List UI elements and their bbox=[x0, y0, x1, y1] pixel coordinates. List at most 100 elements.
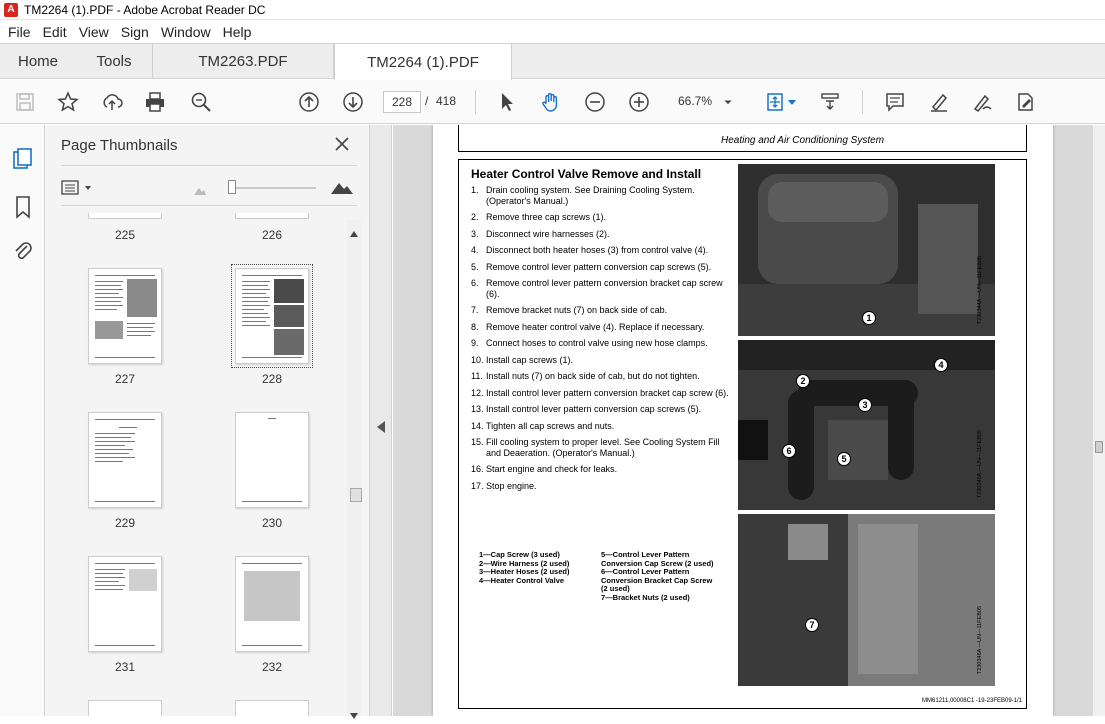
tab-tm2263[interactable]: TM2263.PDF bbox=[153, 44, 334, 79]
window-title: TM2264 (1).PDF - Adobe Acrobat Reader DC bbox=[24, 2, 266, 17]
thumbnail-number: 226 bbox=[261, 228, 283, 242]
select-cursor-icon[interactable] bbox=[495, 90, 519, 114]
fit-dropdown-icon[interactable] bbox=[786, 90, 798, 114]
legend-item: 6—Control Lever Pattern Conversion Brack… bbox=[601, 567, 713, 593]
page-down-icon[interactable] bbox=[341, 90, 365, 114]
thumbnail-229[interactable] bbox=[88, 412, 162, 508]
zoom-level[interactable]: 66.7% bbox=[678, 94, 712, 108]
photo-code: T230346A —UN—11FEB05 bbox=[977, 606, 983, 675]
hand-tool-icon[interactable] bbox=[539, 90, 563, 114]
step: 3. Disconnect wire harnesses (2). bbox=[471, 228, 610, 239]
thumbnail-225[interactable] bbox=[88, 213, 162, 219]
zoom-dropdown-icon[interactable] bbox=[720, 90, 736, 114]
document-scrollbar[interactable] bbox=[1093, 125, 1105, 716]
step: 4. Disconnect both heater hoses (3) from … bbox=[471, 245, 709, 255]
scroll-down-icon[interactable] bbox=[350, 706, 358, 724]
highlight-icon[interactable] bbox=[927, 90, 951, 114]
thumbnail-number: 229 bbox=[114, 516, 136, 530]
legend-item: 4—Heater Control Valve bbox=[479, 575, 565, 585]
menu-view[interactable]: View bbox=[79, 24, 109, 40]
thumbnail-226[interactable] bbox=[235, 213, 309, 219]
callout-6: 6 bbox=[782, 444, 796, 458]
page-up-icon[interactable] bbox=[297, 90, 321, 114]
tab-tools[interactable]: Tools bbox=[76, 44, 153, 79]
thumbnail-number: 231 bbox=[114, 660, 136, 674]
thumbnail-number: 228 bbox=[261, 372, 283, 386]
thumbnail-231[interactable] bbox=[88, 556, 162, 652]
step: 13. Install control lever pattern convers… bbox=[471, 404, 702, 414]
fit-page-icon[interactable] bbox=[763, 90, 787, 114]
step: 8. Remove heater control valve (4). Repla… bbox=[471, 321, 705, 332]
thumbnails-panel: Page Thumbnails 225 226 227 228 229 230 … bbox=[45, 125, 370, 719]
document-view[interactable]: Heating and Air Conditioning System Heat… bbox=[393, 125, 1105, 716]
thumbnail-232[interactable] bbox=[235, 556, 309, 652]
zoom-out-icon[interactable] bbox=[583, 90, 607, 114]
thumbnail-230[interactable] bbox=[235, 412, 309, 508]
thumbnail-228[interactable] bbox=[231, 264, 313, 368]
draw-icon[interactable] bbox=[970, 90, 994, 114]
callout-4: 4 bbox=[934, 358, 948, 372]
tab-bar: Home Tools TM2263.PDF TM2264 (1).PDF bbox=[0, 43, 1105, 80]
zoom-in-icon[interactable] bbox=[627, 90, 651, 114]
step: 1. Drain cooling system. See Draining Coo… bbox=[471, 185, 695, 206]
print-icon[interactable] bbox=[143, 90, 167, 114]
photo-code: T230344A —UN—11FEB05 bbox=[977, 256, 983, 325]
bookmark-star-icon[interactable] bbox=[56, 90, 80, 114]
title-bar: A TM2264 (1).PDF - Adobe Acrobat Reader … bbox=[0, 0, 1105, 20]
save-icon[interactable] bbox=[13, 90, 37, 114]
thumbnail-size-slider[interactable] bbox=[228, 187, 316, 189]
thumbnail-number: 230 bbox=[261, 516, 283, 530]
thumbnail-233[interactable] bbox=[88, 700, 162, 716]
page-thumbnails-icon[interactable] bbox=[12, 147, 34, 171]
tab-home[interactable]: Home bbox=[0, 44, 76, 79]
menu-bar: File Edit View Sign Window Help bbox=[0, 21, 1105, 43]
footer-reference: MM61211,00008C1 -19-23FEB09-1/1 bbox=[922, 698, 1022, 704]
step: 16. Start engine and check for leaks. bbox=[471, 464, 618, 474]
step: 14. Tighten all cap screws and nuts. bbox=[471, 420, 615, 431]
bookmarks-icon[interactable] bbox=[13, 195, 33, 219]
scroll-up-icon[interactable] bbox=[350, 224, 358, 242]
photo-code: T230345A —UN—11FEB05 bbox=[977, 430, 983, 499]
panel-collapse-handle[interactable] bbox=[370, 125, 392, 716]
step: 9. Connect hoses to control valve using n… bbox=[471, 338, 708, 348]
scrollbar-thumb[interactable] bbox=[1095, 441, 1103, 453]
menu-window[interactable]: Window bbox=[161, 24, 211, 40]
pdf-page: Heating and Air Conditioning System Heat… bbox=[433, 125, 1053, 716]
callout-5: 5 bbox=[837, 452, 851, 466]
collapse-arrow-icon[interactable] bbox=[377, 420, 385, 438]
step: 15. Fill cooling system to proper level. … bbox=[471, 437, 720, 458]
fill-sign-icon[interactable] bbox=[1013, 90, 1037, 114]
page-header: Heating and Air Conditioning System bbox=[458, 125, 1027, 152]
small-thumbnail-icon[interactable] bbox=[193, 183, 207, 195]
large-thumbnail-icon[interactable] bbox=[330, 179, 354, 195]
step: 7. Remove bracket nuts (7) on back side o… bbox=[471, 305, 668, 315]
photo-seat: 1 bbox=[738, 164, 995, 336]
close-icon[interactable] bbox=[334, 136, 350, 152]
page-content: Heater Control Valve Remove and Install … bbox=[458, 159, 1027, 709]
thumbnail-number: 225 bbox=[114, 228, 136, 242]
upload-icon[interactable] bbox=[100, 90, 124, 114]
comment-icon[interactable] bbox=[883, 90, 907, 114]
photo-hoses: 2 3 4 5 6 bbox=[738, 340, 995, 510]
page-number-input[interactable]: 228 bbox=[383, 91, 421, 113]
scrollbar-thumb[interactable] bbox=[350, 488, 362, 502]
procedure-steps: 1. Drain cooling system. See Draining Coo… bbox=[471, 185, 729, 497]
tab-tm2264[interactable]: TM2264 (1).PDF bbox=[334, 44, 512, 80]
thumbnail-scrollbar[interactable] bbox=[347, 220, 362, 719]
callout-7: 7 bbox=[805, 618, 819, 632]
toolbar-divider bbox=[475, 90, 476, 114]
menu-sign[interactable]: Sign bbox=[121, 24, 149, 40]
slider-handle[interactable] bbox=[228, 180, 236, 194]
toolbar: 228 / 418 66.7% bbox=[0, 80, 1105, 124]
page-separator: / bbox=[425, 94, 429, 108]
menu-help[interactable]: Help bbox=[223, 24, 252, 40]
attachments-icon[interactable] bbox=[12, 240, 34, 264]
menu-file[interactable]: File bbox=[8, 24, 31, 40]
thumbnail-234[interactable] bbox=[235, 700, 309, 716]
search-zoom-icon[interactable] bbox=[189, 90, 213, 114]
options-menu-icon[interactable] bbox=[61, 179, 95, 197]
menu-edit[interactable]: Edit bbox=[43, 24, 67, 40]
callout-3: 3 bbox=[858, 398, 872, 412]
scroll-mode-icon[interactable] bbox=[818, 90, 842, 114]
thumbnail-227[interactable] bbox=[88, 268, 162, 364]
